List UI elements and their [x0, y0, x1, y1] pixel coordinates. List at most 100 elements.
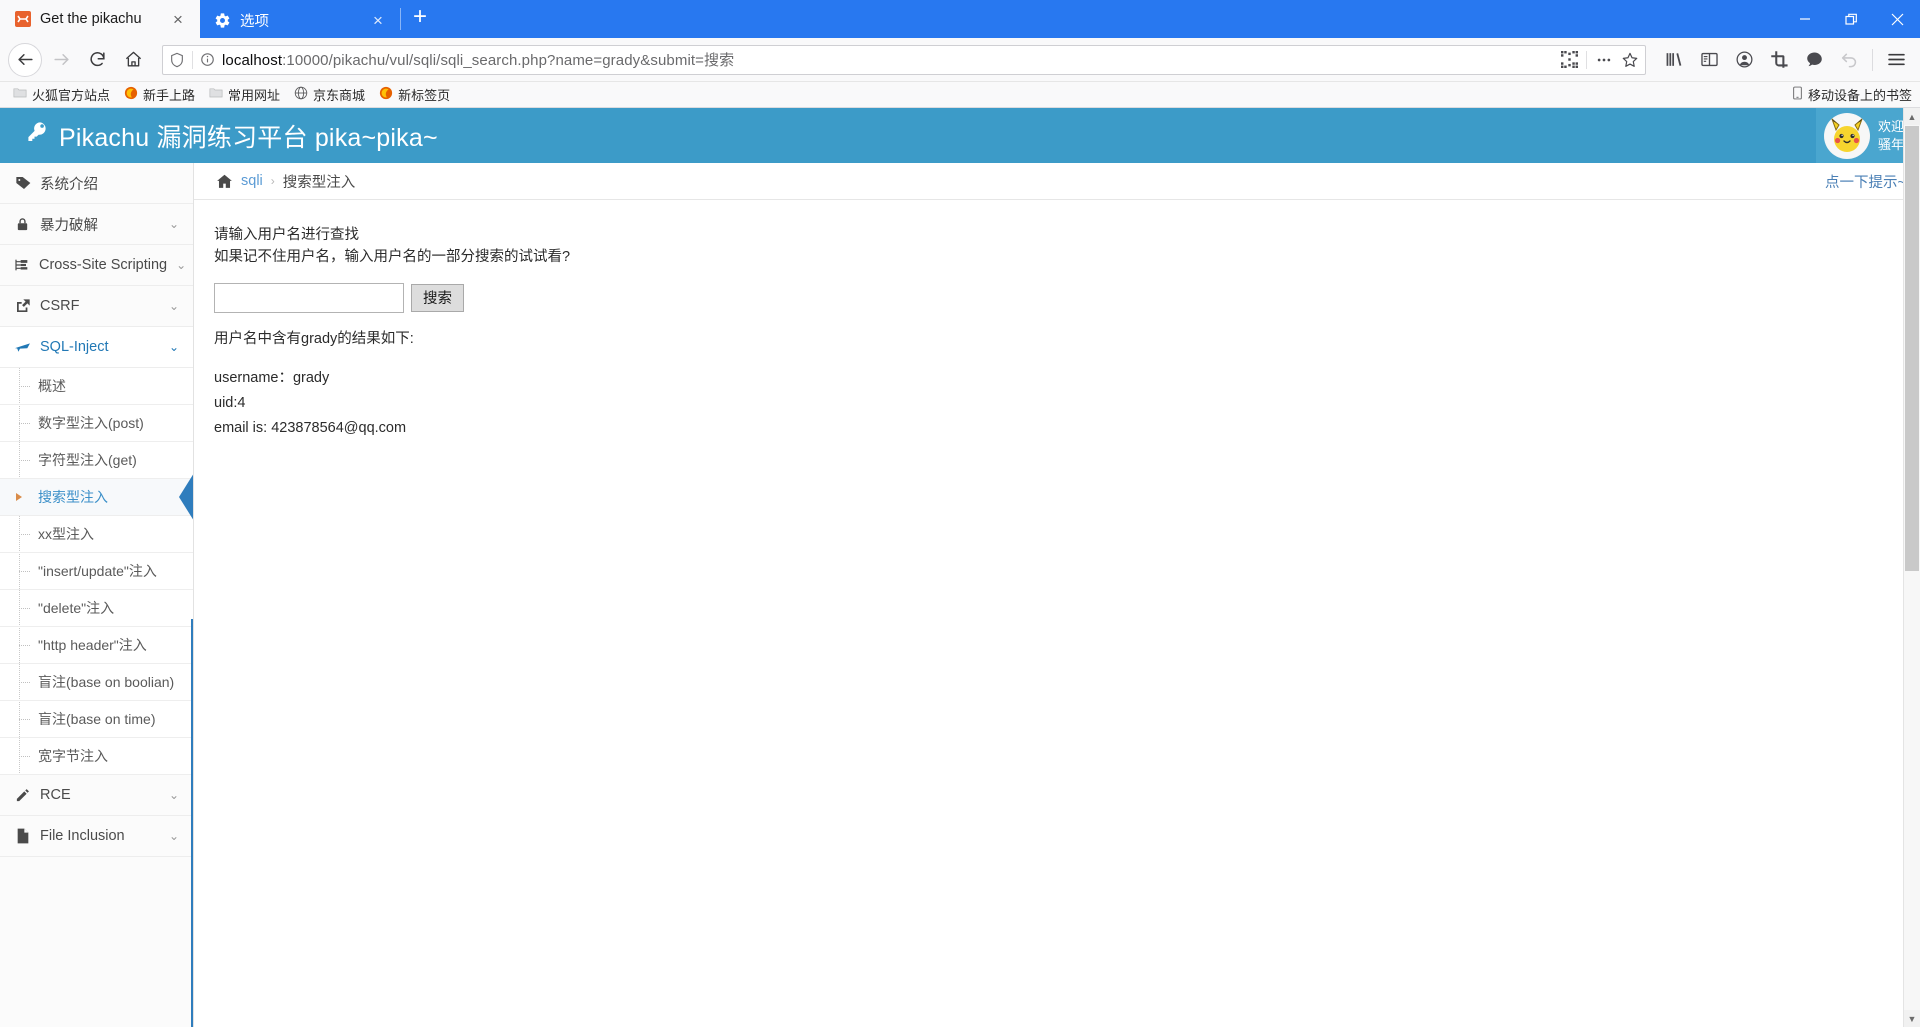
- back-button[interactable]: [8, 42, 42, 77]
- key-icon: [26, 120, 50, 151]
- plane-icon: [14, 339, 31, 356]
- bookmark-label: 移动设备上的书签: [1807, 88, 1912, 103]
- site-title-text: Pikachu 漏洞练习平台 pika~pika~: [59, 123, 438, 152]
- url-host: localhost: [222, 52, 283, 69]
- sidebar-subitem-char-get[interactable]: 字符型注入(get): [0, 442, 193, 479]
- bookmark-item-getting-started[interactable]: 新手上路: [118, 83, 201, 106]
- pencil-icon: [14, 788, 31, 803]
- browser-action-toolbar: [1658, 44, 1912, 76]
- close-icon[interactable]: ×: [168, 9, 188, 29]
- search-panel: 请输入用户名进行查找 如果记不住用户名，输入用户名的一部分搜索的试试看? 搜索 …: [194, 200, 1920, 441]
- bookmark-item-mobile[interactable]: 移动设备上的书签: [1792, 85, 1912, 104]
- sidebar-nav: 系统介绍 暴力破解 ⌄ Cross-Site Scripting ⌄ CSRF …: [0, 163, 194, 1027]
- scroll-up-arrow[interactable]: ▲: [1904, 108, 1920, 125]
- browser-tab-options[interactable]: 选项 ×: [200, 2, 400, 38]
- pocket-icon[interactable]: [1798, 44, 1830, 76]
- sidebar-subitem-label: 数字型注入(post): [38, 415, 144, 431]
- menu-icon[interactable]: [1880, 44, 1912, 76]
- result-line-username: username：grady: [214, 369, 330, 386]
- main-content: sqli › 搜索型注入 点一下提示~ 请输入用户名进行查找 如果记不住用户名，…: [194, 163, 1920, 1027]
- bookmark-item-jd[interactable]: 京东商城: [288, 83, 371, 106]
- page-body: 系统介绍 暴力破解 ⌄ Cross-Site Scripting ⌄ CSRF …: [0, 163, 1920, 1027]
- restore-button[interactable]: [1828, 0, 1874, 38]
- pikachu-app: Pikachu 漏洞练习平台 pika~pika~ 欢迎 骚年 系统介绍 暴力破…: [0, 108, 1920, 1027]
- info-icon[interactable]: [200, 52, 215, 67]
- sidebar-item-system-intro[interactable]: 系统介绍: [0, 163, 193, 204]
- breadcrumb-link-sqli[interactable]: sqli: [241, 173, 263, 189]
- sidebar-subitem-overview[interactable]: 概述: [0, 368, 193, 405]
- bookmark-label: 新标签页: [398, 88, 451, 103]
- scroll-down-arrow[interactable]: ▼: [1904, 1010, 1920, 1027]
- sidebar-subitem-blind-time[interactable]: 盲注(base on time): [0, 701, 193, 738]
- breadcrumb-current: 搜索型注入: [282, 174, 356, 191]
- sidebar-icon[interactable]: [1693, 44, 1725, 76]
- bookmark-label: 京东商城: [313, 88, 366, 103]
- sidebar-subitem-http-header[interactable]: "http header"注入: [0, 627, 193, 664]
- bookmark-item-newtab[interactable]: 新标签页: [373, 83, 456, 106]
- scrollbar-thumb[interactable]: [1905, 126, 1919, 571]
- sidebar-subitem-label: 宽字节注入: [38, 748, 108, 764]
- form-lead-line-2: 如果记不住用户名，输入用户名的一部分搜索的试试看?: [214, 249, 571, 266]
- browser-tab-pikachu[interactable]: Get the pikachu ×: [0, 0, 200, 38]
- forward-button: [44, 43, 78, 77]
- bookmark-item-common-sites[interactable]: 常用网址: [203, 83, 286, 106]
- window-controls: [1782, 0, 1920, 38]
- sidebar-item-xss[interactable]: Cross-Site Scripting ⌄: [0, 245, 193, 286]
- search-submit-button[interactable]: 搜索: [411, 283, 464, 312]
- folder-icon: [209, 86, 223, 103]
- welcome-text: 欢迎 骚年: [1878, 118, 1904, 153]
- sidebar-subitem-delete[interactable]: "delete"注入: [0, 590, 193, 627]
- sidebar-subitem-label: "delete"注入: [38, 600, 115, 616]
- sidebar-item-csrf[interactable]: CSRF ⌄: [0, 286, 193, 327]
- account-icon[interactable]: [1728, 44, 1760, 76]
- external-link-icon: [14, 298, 31, 314]
- sidebar-subitem-xx[interactable]: xx型注入: [0, 516, 193, 553]
- sidebar-subitem-label: 字符型注入(get): [38, 452, 137, 468]
- url-divider: [192, 50, 193, 69]
- chevron-down-icon: ⌄: [176, 258, 187, 272]
- minimize-button[interactable]: [1782, 0, 1828, 38]
- library-icon[interactable]: [1658, 44, 1690, 76]
- sidebar-item-brute-force[interactable]: 暴力破解 ⌄: [0, 204, 193, 245]
- sidebar-subitem-wide-byte[interactable]: 宽字节注入: [0, 738, 193, 775]
- result-line-email: email is: 423878564@qq.com: [214, 419, 407, 436]
- sidebar-subitem-numeric-post[interactable]: 数字型注入(post): [0, 405, 193, 442]
- qrcode-icon[interactable]: [1561, 51, 1578, 68]
- sidebar-item-label: 暴力破解: [40, 217, 98, 234]
- sidebar-item-label: RCE: [40, 787, 71, 803]
- sidebar-subitem-search-injection[interactable]: 搜索型注入: [0, 479, 193, 516]
- star-icon[interactable]: [1621, 51, 1639, 69]
- close-button[interactable]: [1874, 0, 1920, 38]
- vertical-scrollbar[interactable]: ▲ ▼: [1903, 108, 1920, 1027]
- home-icon[interactable]: [216, 173, 233, 190]
- sidebar-item-rce[interactable]: RCE ⌄: [0, 775, 193, 816]
- sidebar-item-file-inclusion[interactable]: File Inclusion ⌄: [0, 816, 193, 857]
- screenshot-icon[interactable]: [1763, 44, 1795, 76]
- sidebar-active-indicator: [191, 619, 193, 1027]
- sidebar-subitem-insert-update[interactable]: "insert/update"注入: [0, 553, 193, 590]
- url-text[interactable]: localhost:10000/pikachu/vul/sqli/sqli_se…: [222, 49, 1554, 70]
- bookmark-item-firefox-official[interactable]: 火狐官方站点: [7, 83, 116, 106]
- home-button[interactable]: [116, 43, 150, 77]
- sidebar-subitem-label: "http header"注入: [38, 637, 147, 653]
- result-heading: 用户名中含有grady的结果如下:: [214, 330, 414, 347]
- sidebar-subitem-blind-boolean[interactable]: 盲注(base on boolian): [0, 664, 193, 701]
- tab-title: 选项: [240, 13, 269, 30]
- url-divider-2: [1586, 50, 1587, 69]
- result-block: username：grady uid:4 email is: 423878564…: [214, 366, 1920, 441]
- close-icon[interactable]: ×: [368, 10, 388, 30]
- chevron-down-icon: ⌄: [168, 299, 179, 313]
- form-lead-line-1: 请输入用户名进行查找: [214, 227, 359, 243]
- hint-link[interactable]: 点一下提示~: [1825, 171, 1906, 192]
- url-bar[interactable]: localhost:10000/pikachu/vul/sqli/sqli_se…: [162, 44, 1646, 75]
- search-input[interactable]: [214, 282, 404, 313]
- bookmark-label: 常用网址: [228, 88, 281, 103]
- sidebar-item-sql-inject[interactable]: SQL-Inject ⌄: [0, 327, 193, 368]
- reload-button[interactable]: [80, 43, 114, 77]
- new-tab-button[interactable]: +: [401, 0, 439, 38]
- ellipsis-icon[interactable]: [1595, 51, 1613, 69]
- welcome-line-2: 骚年: [1877, 136, 1904, 152]
- sidebar-item-label: SQL-Inject: [40, 339, 109, 355]
- shield-icon[interactable]: [169, 52, 185, 68]
- page-bottom-space: [194, 842, 1920, 1027]
